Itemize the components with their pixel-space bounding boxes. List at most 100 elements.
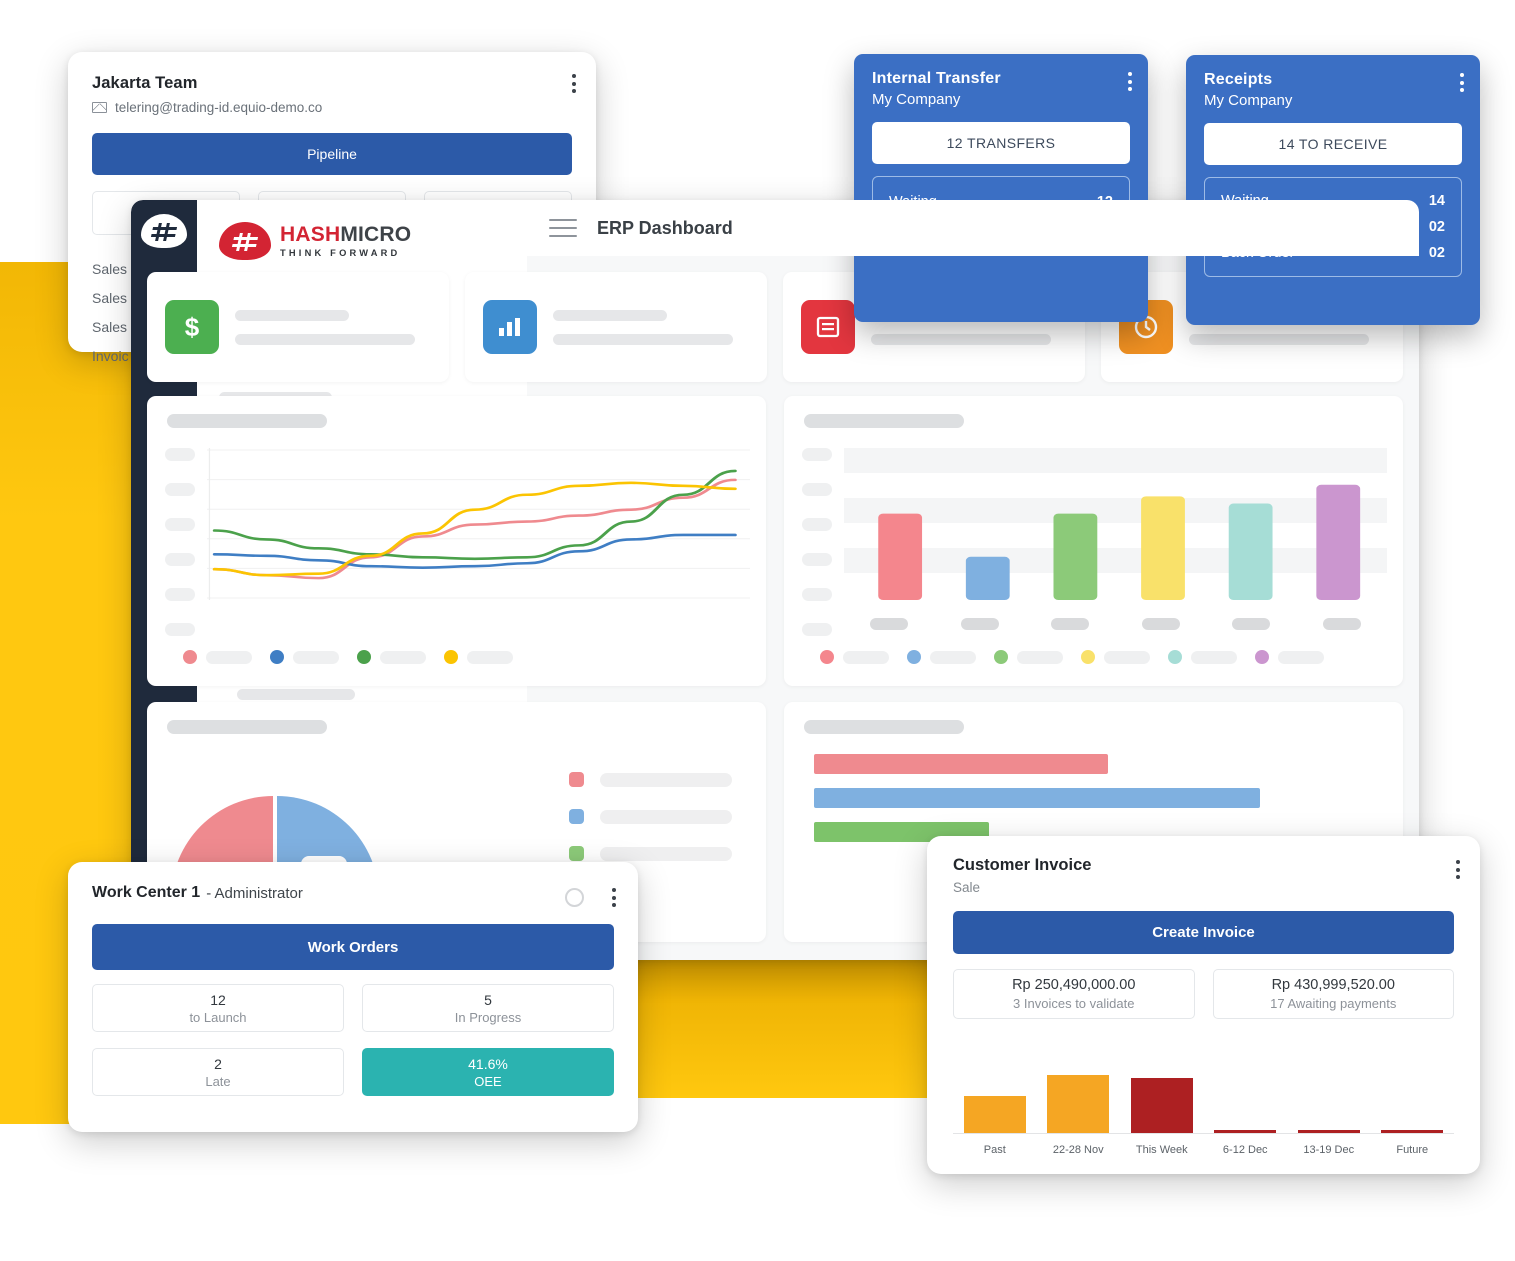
kpi-card[interactable] (465, 272, 767, 382)
awaiting-payments-box[interactable]: Rp 430,999,520.00 17 Awaiting payments (1212, 969, 1454, 1019)
internal-transfer-title: Internal Transfer (872, 70, 1001, 87)
legend-swatch (357, 650, 371, 664)
hashmicro-cloud-icon (219, 222, 271, 260)
x-axis-tick-placeholders (844, 618, 1387, 630)
y-axis-tick-placeholders (802, 448, 832, 636)
invoice-x-label: This Week (1135, 1144, 1188, 1156)
chart-title-placeholder (167, 720, 327, 734)
internal-transfer-cta-button[interactable]: 12 TRANSFERS (872, 122, 1130, 164)
chart-axis-line (953, 1133, 1454, 1134)
internal-transfer-kebab-menu[interactable] (1128, 72, 1132, 91)
invoice-x-label: 6-12 Dec (1222, 1144, 1268, 1156)
dollar-icon: $ (165, 300, 219, 354)
kpi-card[interactable]: $ (147, 272, 449, 382)
bar-chart-plot (844, 448, 1387, 600)
jakarta-kebab-menu[interactable] (572, 74, 576, 93)
invoice-bar-column (953, 1052, 1037, 1134)
create-invoice-button[interactable]: Create Invoice (953, 911, 1454, 954)
jakarta-email: telering@trading-id.equio-demo.co (115, 100, 323, 115)
work-orders-button[interactable]: Work Orders (92, 924, 614, 970)
work-center-tiles: 12 to Launch 5 In Progress 2 Late 41.6% … (92, 984, 614, 1096)
tile-label: to Launch (189, 1009, 247, 1025)
invoices-to-validate-box[interactable]: Rp 250,490,000.00 3 Invoices to validate (953, 969, 1195, 1019)
work-center-tile-oee[interactable]: 41.6% OEE (362, 1048, 614, 1096)
chart-legend (183, 650, 522, 664)
tile-value: 41.6% (468, 1055, 508, 1072)
chart-legend (820, 650, 1333, 664)
chart-title-placeholder (167, 414, 327, 428)
brand-micro: MICRO (340, 222, 412, 246)
customer-invoice-summary-row: Rp 250,490,000.00 3 Invoices to validate… (953, 969, 1454, 1019)
brand-tagline: THINK FORWARD (280, 247, 401, 258)
invoice-bar-column (1037, 1052, 1121, 1134)
invoice-x-label: Future (1396, 1144, 1429, 1156)
legend-swatch (444, 650, 458, 664)
line-chart-plot (207, 448, 750, 600)
receipts-kebab-menu[interactable] (1460, 73, 1464, 92)
chart-title-placeholder (804, 414, 964, 428)
receipts-cta-button[interactable]: 14 TO RECEIVE (1204, 123, 1462, 165)
pipeline-button[interactable]: Pipeline (92, 133, 572, 175)
jakarta-title: Jakarta Team (92, 74, 198, 92)
box-label: 17 Awaiting payments (1270, 996, 1397, 1011)
internal-transfer-company: My Company (872, 91, 961, 108)
work-center-name: Work Center 1 (92, 884, 201, 901)
work-center-tile[interactable]: 5 In Progress (362, 984, 614, 1032)
receipts-title: Receipts (1204, 71, 1273, 88)
customer-invoice-kebab-menu[interactable] (1456, 860, 1460, 879)
hbar (814, 788, 1261, 808)
page-stage: Jakarta Team telering@trading-id.equio-d… (0, 0, 1515, 1261)
receipts-company: My Company (1204, 92, 1293, 109)
legend-swatch (820, 650, 834, 664)
chart-title-placeholder (804, 720, 964, 734)
legend-swatch (1081, 650, 1095, 664)
customer-invoice-card: Customer Invoice Sale Create Invoice Rp … (927, 836, 1480, 1174)
legend-swatch (1255, 650, 1269, 664)
erp-header: ERP Dashboard (527, 200, 1419, 256)
work-center-kebab-menu[interactable] (612, 888, 616, 907)
box-value: Rp 250,490,000.00 (1012, 977, 1136, 993)
invoice-x-label: Past (983, 1144, 1006, 1156)
box-label: 3 Invoices to validate (1013, 996, 1135, 1011)
internal-transfer-card: Internal Transfer My Company 12 TRANSFER… (854, 54, 1148, 322)
legend-swatch (994, 650, 1008, 664)
bar-chart-card (784, 396, 1403, 686)
work-center-tile[interactable]: 12 to Launch (92, 984, 344, 1032)
box-value: Rp 430,999,520.00 (1271, 977, 1395, 993)
page-title: ERP Dashboard (597, 217, 733, 238)
stat-value: 02 (1428, 245, 1445, 261)
envelope-icon (92, 102, 107, 113)
legend-swatch (183, 650, 197, 664)
y-axis-tick-placeholders (165, 448, 195, 636)
work-center-role: - Administrator (206, 884, 303, 902)
tile-label: In Progress (454, 1009, 522, 1025)
invoice-bar-column (1371, 1052, 1455, 1134)
tile-label: OEE (474, 1073, 502, 1089)
status-ring-icon (565, 888, 584, 907)
customer-invoice-subtitle: Sale (953, 880, 981, 895)
invoice-bar-column (1204, 1052, 1288, 1134)
line-chart-card (147, 396, 766, 686)
decorative-yellow-block-center (616, 938, 944, 1098)
tile-label: Late (205, 1073, 231, 1089)
work-center-card: Work Center 1 - Administrator Work Order… (68, 862, 638, 1132)
stat-value: 14 (1428, 193, 1445, 209)
invoice-bars (953, 1052, 1454, 1134)
customer-invoice-title: Customer Invoice (953, 856, 1092, 874)
stat-value: 02 (1428, 219, 1445, 235)
legend-swatch (569, 809, 584, 824)
jakarta-email-row: telering@trading-id.equio-demo.co (92, 100, 572, 115)
work-center-tile[interactable]: 2 Late (92, 1048, 344, 1096)
hamburger-menu-icon[interactable] (549, 219, 577, 237)
receipts-card: Receipts My Company 14 TO RECEIVE Waitin… (1186, 55, 1480, 325)
hashmicro-logo: HASHMICRO THINK FORWARD (219, 222, 527, 260)
legend-swatch (907, 650, 921, 664)
work-center-header: Work Center 1 - Administrator (92, 884, 614, 902)
invoice-bar-column (1120, 1052, 1204, 1134)
pie-legend (569, 772, 732, 861)
invoice-bar (1130, 1078, 1193, 1134)
tile-value: 5 (484, 991, 492, 1008)
invoice-x-label: 22-28 Nov (1052, 1144, 1104, 1156)
legend-swatch (569, 846, 584, 861)
customer-invoice-bar-chart: Past 22-28 Nov This Week 6-12 Dec 13-19 Dec F… (953, 1048, 1454, 1158)
